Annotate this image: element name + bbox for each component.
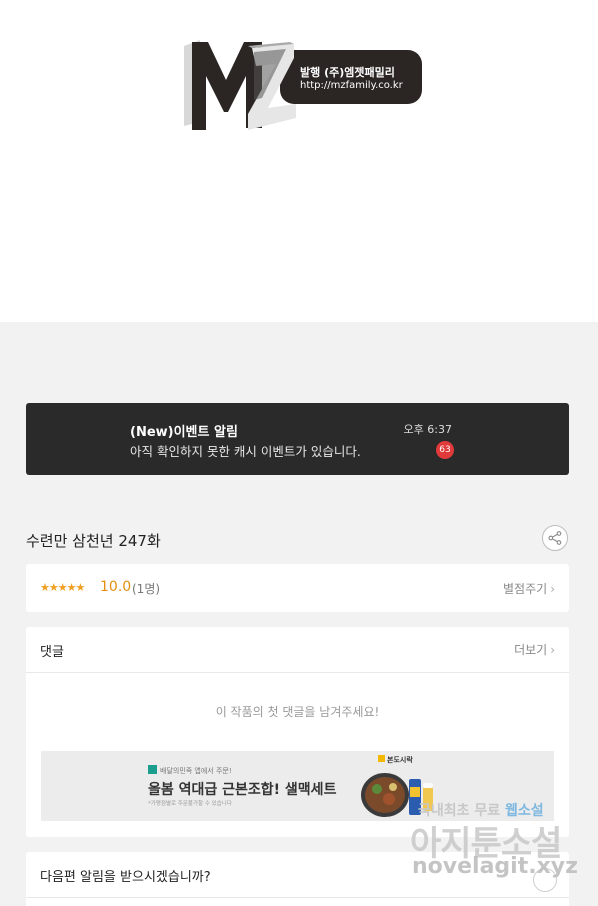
chevron-right-icon: › xyxy=(550,643,555,657)
comments-empty-message: 이 작품의 첫 댓글을 남겨주세요! xyxy=(215,705,380,719)
comments-more-button[interactable]: 더보기 › xyxy=(514,641,555,658)
comments-header: 댓글 xyxy=(40,645,64,660)
divider xyxy=(26,672,569,673)
rate-label: 별점주기 xyxy=(503,582,548,596)
comments-more-label: 더보기 xyxy=(514,643,548,657)
notification-time: 오후 6:37 xyxy=(403,423,452,436)
logo-publisher-text: 발행 (주)엠젯패밀리 xyxy=(300,66,395,79)
next-episode-card: 다음편 알림을 받으시겠습니까? xyxy=(26,852,569,906)
share-icon xyxy=(548,531,562,545)
ad-brand-text: 배달의민족 앱에서 주문! xyxy=(160,767,232,775)
rate-button[interactable]: 별점주기 › xyxy=(503,580,555,597)
event-notification[interactable]: (New)이벤트 알림 아직 확인하지 못한 캐시 이벤트가 있습니다. 오후 … xyxy=(26,403,569,475)
logo-url-text: http://mzfamily.co.kr xyxy=(300,80,403,91)
notification-title: (New)이벤트 알림 xyxy=(130,425,238,440)
ad-banner[interactable]: 배달의민족 앱에서 주문! 올봄 역대급 근본조합! 샐맥세트 *가맹점별로 주… xyxy=(41,751,554,821)
share-button[interactable] xyxy=(542,525,568,551)
ad-headline: 올봄 역대급 근본조합! 샐맥세트 xyxy=(148,782,337,798)
rating-score: 10.0 xyxy=(100,579,132,595)
comments-card: 댓글 더보기 › 이 작품의 첫 댓글을 남겨주세요! 배달의민족 앱에서 주문!… xyxy=(26,627,569,837)
notification-badge: 63 xyxy=(436,441,454,459)
notification-body: 아직 확인하지 못한 캐시 이벤트가 있습니다. xyxy=(130,444,361,459)
header-area: MZ 발행 (주)엠젯패밀리 http://mzfamily.co.kr xyxy=(0,0,598,322)
ad-store-line: 본도시락 xyxy=(378,755,413,765)
episode-title: 수련만 삼천년 247화 xyxy=(26,532,161,550)
ad-fine-print: *가맹점별로 주문불가할 수 있습니다 xyxy=(148,801,232,807)
store-logo-icon xyxy=(378,755,385,762)
brand-logo-icon xyxy=(148,765,157,774)
next-episode-question: 다음편 알림을 받으시겠습니까? xyxy=(40,870,211,885)
ad-brand-line: 배달의민족 앱에서 주문! xyxy=(148,765,232,776)
rating-stars: ★★★★★ xyxy=(40,581,85,594)
rating-card: ★★★★★ 10.0 (1명) 별점주기 › xyxy=(26,564,569,612)
divider xyxy=(26,897,569,898)
food-image-icon xyxy=(361,773,433,817)
chevron-right-icon: › xyxy=(550,582,555,596)
notify-toggle[interactable] xyxy=(533,868,557,892)
rating-count: (1명) xyxy=(132,582,161,596)
ad-store-text: 본도시락 xyxy=(387,756,413,764)
